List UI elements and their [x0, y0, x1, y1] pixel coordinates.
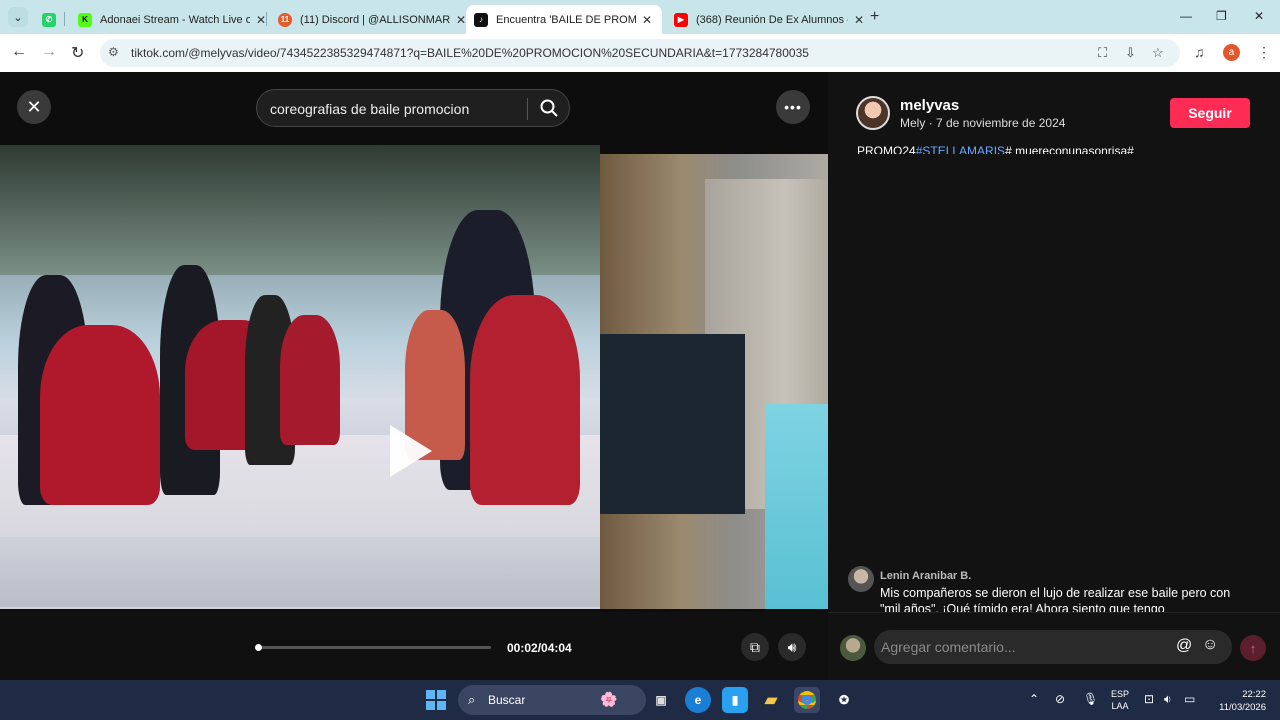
tab-kick[interactable]: K Adonaei Stream - Watch Live o ✕ [70, 5, 274, 34]
profile-avatar[interactable]: a [1223, 44, 1240, 61]
lang-line: LAA [1111, 701, 1129, 711]
progress-bar[interactable] [255, 644, 491, 651]
side-panel: melyvas Mely · 7 de noviembre de 2024 Se… [828, 72, 1280, 680]
progress-knob[interactable] [255, 644, 263, 651]
close-tab-icon[interactable]: ✕ [456, 13, 466, 27]
send-icon[interactable]: ↑ [1240, 635, 1266, 661]
whatsapp-icon: ✆ [42, 12, 56, 27]
search-divider [527, 98, 528, 120]
tab-title: (368) Reunión De Ex Alumnos - [696, 13, 848, 26]
restore-icon[interactable]: ❐ [1216, 9, 1227, 23]
tab-title: Adonaei Stream - Watch Live o [100, 13, 250, 26]
network-off-icon[interactable]: ⊘ [1055, 692, 1065, 706]
browser-toolbar: ← → ↻ ⚙ tiktok.com/@melyvas/video/743452… [0, 34, 1280, 72]
dancer-dress [470, 295, 580, 505]
chair-with-clothes [600, 334, 745, 514]
comment-bar: Agregar comentario... @ ☺ ↑ [828, 612, 1280, 680]
tab-strip: ⌄ ✆ K Adonaei Stream - Watch Live o ✕ 11… [0, 0, 1280, 34]
chrome-icon[interactable] [794, 687, 820, 713]
tab-separator [64, 12, 65, 26]
comment-author[interactable]: Lenin Aranibar B. [880, 570, 971, 582]
notepad-icon[interactable]: ▮ [722, 687, 748, 713]
media-control-icon[interactable]: ♫ [1194, 44, 1205, 60]
avatar [840, 635, 866, 661]
comment-input[interactable]: Agregar comentario... @ ☺ [874, 630, 1232, 664]
tab-discord[interactable]: 11 (11) Discord | @ALLISONMARIA ✕ [270, 5, 474, 34]
search-icon[interactable] [539, 98, 559, 118]
back-icon[interactable]: ← [11, 43, 27, 61]
avatar[interactable] [856, 96, 890, 130]
windows-start-icon[interactable] [426, 690, 446, 710]
search-icon: ⌕ [468, 692, 476, 707]
discord-icon: 11 [278, 12, 292, 27]
post-meta: Mely · 7 de noviembre de 2024 [900, 116, 1066, 130]
site-info-icon[interactable]: ⚙ [108, 45, 119, 59]
lang-line: ESP [1111, 689, 1130, 699]
install-app-icon[interactable]: ⇩ [1125, 45, 1136, 61]
volume-icon[interactable]: 🔉︎ [1164, 692, 1172, 707]
bookmark-star-icon[interactable]: ☆ [1152, 45, 1164, 61]
app-icon[interactable]: ✪ [831, 687, 857, 713]
close-tab-icon[interactable]: ✕ [256, 13, 266, 27]
show-hidden-icons[interactable]: ⌃ [1029, 692, 1039, 706]
new-tab-icon[interactable]: + [870, 8, 879, 26]
tab-title: Encuentra 'BAILE DE PROMOCIO [496, 13, 636, 26]
taskbar-search-label: Buscar [488, 693, 526, 707]
close-video-button[interactable]: ✕ [17, 90, 51, 124]
tab-title: (11) Discord | @ALLISONMARIA [300, 13, 450, 26]
time-display: 00:02/04:04 [507, 641, 572, 655]
tab-youtube[interactable]: ▶ (368) Reunión De Ex Alumnos - ✕ [666, 5, 872, 34]
tab-search-button[interactable]: ⌄ [8, 7, 28, 27]
tiktok-page: ✕ coreografias de baile promocion ••• 00… [0, 72, 1280, 680]
mention-icon[interactable]: @ [1176, 637, 1192, 655]
dancer-dress [40, 325, 160, 505]
emoji-icon[interactable]: ☺ [1202, 636, 1218, 654]
language-indicator[interactable]: ESP LAA [1111, 688, 1129, 712]
wifi-icon[interactable]: ⊡ [1144, 692, 1154, 706]
close-window-icon[interactable]: ✕ [1254, 9, 1264, 23]
url-text: tiktok.com/@melyvas/video/74345223853294… [131, 46, 809, 60]
taskbar-search[interactable]: ⌕ Buscar 🌸 [458, 685, 646, 715]
comment-placeholder: Agregar comentario... [881, 639, 1016, 655]
more-options-button[interactable]: ••• [776, 90, 810, 124]
description-text: # muereconunasonrisa# [1005, 144, 1134, 154]
forward-icon[interactable]: → [41, 43, 57, 61]
youtube-icon: ▶ [674, 12, 688, 27]
search-query[interactable]: coreografias de baile promocion [270, 101, 469, 117]
dancer-dress [280, 315, 340, 445]
close-tab-icon[interactable]: ✕ [642, 13, 652, 27]
tab-whatsapp[interactable]: ✆ [34, 5, 72, 34]
volume-icon[interactable]: 🔊︎ [778, 633, 806, 661]
comment-avatar[interactable] [848, 566, 874, 592]
search-highlight-icon: 🌸 [600, 691, 618, 707]
translate-icon[interactable]: ⛶ [1098, 45, 1107, 61]
close-tab-icon[interactable]: ✕ [854, 13, 864, 27]
video-controls: 00:02/04:04 ⧉ 🔊︎ [0, 612, 828, 680]
menu-icon[interactable]: ⋮ [1257, 44, 1271, 61]
edge-icon[interactable]: e [685, 687, 711, 713]
picture-in-picture-icon[interactable]: ⧉ [741, 633, 769, 661]
follow-button[interactable]: Seguir [1170, 98, 1250, 128]
tiktok-icon: ♪ [474, 12, 488, 27]
task-view-icon[interactable]: ▣ [648, 687, 674, 713]
reload-icon[interactable]: ↻ [71, 43, 84, 63]
minimize-icon[interactable]: — [1180, 9, 1192, 23]
clock[interactable]: 22:22 11/03/2026 [1211, 688, 1266, 714]
kick-icon: K [78, 12, 92, 27]
tab-separator [266, 12, 267, 26]
taskbar: ⌕ Buscar 🌸 ▣ e ▮ ▰ ✪ ⌃ ⊘ 🎙︎ ESP LAA ⊡ 🔉︎ … [0, 680, 1280, 720]
hashtag-link[interactable]: #STELLAMARIS [916, 144, 1005, 154]
play-icon[interactable] [390, 425, 432, 477]
tab-tiktok[interactable]: ♪ Encuentra 'BAILE DE PROMOCIO ✕ [466, 5, 662, 34]
clock-date: 11/03/2026 [1219, 702, 1266, 713]
clock-time: 22:22 [1242, 689, 1266, 700]
address-bar[interactable]: ⚙ tiktok.com/@melyvas/video/743452238532… [100, 39, 1180, 67]
description-text: PROMO24 [857, 144, 916, 154]
username[interactable]: melyvas [900, 97, 959, 114]
file-explorer-icon[interactable]: ▰ [758, 687, 784, 713]
battery-icon[interactable]: ▭ [1184, 692, 1195, 706]
microphone-icon[interactable]: 🎙︎ [1083, 692, 1098, 706]
post-description: PROMO24#STELLAMARIS# muereconunasonrisa# [857, 144, 1277, 154]
search-bar[interactable]: coreografias de baile promocion [256, 89, 570, 127]
